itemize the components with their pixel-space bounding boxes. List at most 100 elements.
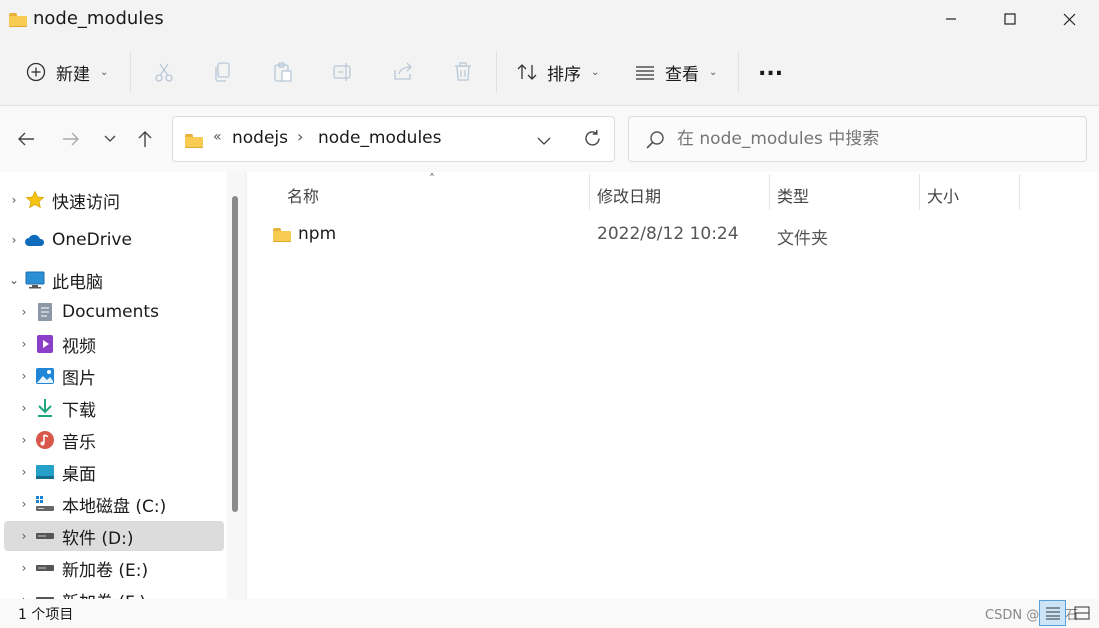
column-divider[interactable] bbox=[1019, 174, 1020, 210]
sort-button[interactable]: 排序 ⌄ bbox=[515, 52, 599, 92]
command-bar: 新建 ⌄ 排序 ⌄ 查看 ⌄ ... bbox=[0, 38, 1099, 106]
tiles-view-icon bbox=[1074, 606, 1089, 620]
search-input[interactable] bbox=[677, 125, 1077, 153]
status-bar: 1 个项目 CSDN @任住石 bbox=[0, 599, 1099, 628]
drive-icon bbox=[34, 558, 56, 578]
chevron-right-icon[interactable]: › bbox=[14, 497, 34, 511]
details-view-button[interactable] bbox=[1039, 600, 1066, 626]
column-header-modified[interactable]: 修改日期 bbox=[597, 180, 661, 210]
arrow-up-icon bbox=[138, 131, 152, 147]
chevron-down-icon: ⌄ bbox=[100, 66, 109, 78]
paste-button[interactable] bbox=[271, 52, 295, 92]
tree-item-label: OneDrive bbox=[52, 230, 132, 250]
drive-icon bbox=[34, 526, 56, 546]
list-view-icon bbox=[633, 60, 657, 84]
tiles-view-button[interactable] bbox=[1068, 600, 1095, 626]
title-bar: node_modules bbox=[0, 0, 1099, 38]
tree-item-this-pc[interactable]: ⌄ 此电脑 bbox=[4, 265, 224, 295]
new-button[interactable]: 新建 ⌄ bbox=[24, 52, 108, 92]
tree-item-label: 桌面 bbox=[62, 464, 96, 485]
chevron-right-icon[interactable]: › bbox=[14, 465, 34, 479]
nav-scrollbar-thumb[interactable] bbox=[232, 196, 238, 512]
column-header-name[interactable]: 名称 bbox=[287, 180, 319, 210]
file-name: npm bbox=[298, 224, 337, 244]
close-icon bbox=[1063, 13, 1075, 25]
rename-icon bbox=[331, 60, 355, 84]
tree-item-quick-access[interactable]: › 快速访问 bbox=[4, 185, 224, 215]
sort-icon bbox=[515, 60, 539, 84]
tree-item-drive-d[interactable]: › 软件 (D:) bbox=[4, 521, 224, 551]
tree-item-drive-f[interactable]: › 新加卷 (F:) bbox=[14, 585, 234, 599]
search-box[interactable] bbox=[628, 116, 1087, 162]
navigation-pane: › 快速访问 › OneDrive ⌄ 此电脑 › Documents › 视频… bbox=[0, 172, 245, 599]
tree-item-drive-e[interactable]: › 新加卷 (E:) bbox=[14, 553, 234, 583]
copy-button[interactable] bbox=[211, 52, 235, 92]
recent-locations-button[interactable] bbox=[95, 124, 125, 154]
chevron-right-icon[interactable]: › bbox=[14, 433, 34, 447]
share-button[interactable] bbox=[391, 52, 415, 92]
column-header-type[interactable]: 类型 bbox=[777, 180, 809, 210]
maximize-button[interactable] bbox=[981, 0, 1039, 38]
tree-item-pictures[interactable]: › 图片 bbox=[14, 361, 234, 391]
tree-item-documents[interactable]: › Documents bbox=[14, 297, 234, 327]
breadcrumb-node-modules[interactable]: node_modules bbox=[318, 128, 442, 148]
chevron-down-icon bbox=[104, 135, 116, 142]
chevron-right-icon[interactable]: › bbox=[4, 233, 24, 247]
more-options-button[interactable]: ... bbox=[758, 48, 783, 88]
drive-icon bbox=[34, 590, 56, 599]
folder-icon bbox=[185, 134, 203, 148]
minimize-icon bbox=[946, 18, 956, 20]
address-history-button[interactable] bbox=[537, 131, 551, 151]
cut-button[interactable] bbox=[152, 52, 176, 92]
rename-button[interactable] bbox=[331, 52, 355, 92]
chevron-right-icon[interactable]: › bbox=[14, 529, 34, 543]
overflow-crumbs-button[interactable]: « bbox=[213, 129, 222, 145]
refresh-icon bbox=[585, 130, 600, 146]
document-icon bbox=[34, 302, 56, 322]
tree-item-label: 新加卷 (E:) bbox=[62, 560, 149, 581]
minimize-button[interactable] bbox=[922, 0, 980, 38]
column-divider[interactable] bbox=[769, 174, 770, 210]
chevron-right-icon[interactable]: › bbox=[4, 193, 24, 207]
chevron-right-icon[interactable]: › bbox=[14, 337, 34, 351]
chevron-right-icon[interactable]: › bbox=[14, 401, 34, 415]
column-header-size[interactable]: 大小 bbox=[927, 180, 959, 210]
back-button[interactable] bbox=[11, 124, 41, 154]
picture-icon bbox=[34, 366, 56, 386]
desktop-icon bbox=[34, 462, 56, 482]
refresh-button[interactable] bbox=[583, 129, 602, 153]
delete-button[interactable] bbox=[451, 52, 475, 92]
video-icon bbox=[34, 334, 56, 354]
tree-item-videos[interactable]: › 视频 bbox=[14, 329, 234, 359]
star-icon bbox=[24, 190, 46, 210]
copy-icon bbox=[211, 60, 235, 84]
arrow-right-icon bbox=[63, 132, 79, 146]
forward-button[interactable] bbox=[56, 124, 86, 154]
tree-item-music[interactable]: › 音乐 bbox=[14, 425, 234, 455]
tree-item-desktop[interactable]: › 桌面 bbox=[14, 457, 234, 487]
column-divider[interactable] bbox=[919, 174, 920, 210]
chevron-right-icon[interactable]: › bbox=[14, 561, 34, 575]
chevron-right-icon[interactable]: › bbox=[14, 369, 34, 383]
view-label: 查看 bbox=[665, 64, 699, 85]
table-row[interactable]: npm 2022/8/12 10:24 文件夹 bbox=[267, 220, 1057, 250]
tree-item-label: 软件 (D:) bbox=[62, 528, 134, 549]
trash-icon bbox=[451, 60, 475, 84]
view-button[interactable]: 查看 ⌄ bbox=[633, 52, 717, 92]
tree-item-label: 快速访问 bbox=[52, 192, 120, 213]
tree-item-downloads[interactable]: › 下载 bbox=[14, 393, 234, 423]
chevron-right-icon[interactable]: › bbox=[14, 305, 34, 319]
more-icon: ... bbox=[758, 55, 784, 81]
tree-item-onedrive[interactable]: › OneDrive bbox=[4, 225, 224, 255]
chevron-down-icon[interactable]: ⌄ bbox=[4, 273, 24, 287]
up-button[interactable] bbox=[130, 124, 160, 154]
column-divider[interactable] bbox=[589, 174, 590, 210]
breadcrumb-nodejs[interactable]: nodejs bbox=[232, 128, 288, 148]
address-bar[interactable]: « nodejs › node_modules bbox=[172, 116, 615, 162]
tree-item-drive-c[interactable]: › 本地磁盘 (C:) bbox=[14, 489, 234, 519]
tree-item-label: 下载 bbox=[62, 400, 96, 421]
search-icon bbox=[645, 130, 665, 155]
plus-circle-icon bbox=[24, 60, 48, 84]
close-button[interactable] bbox=[1040, 0, 1098, 38]
chevron-down-icon: ⌄ bbox=[709, 66, 718, 78]
